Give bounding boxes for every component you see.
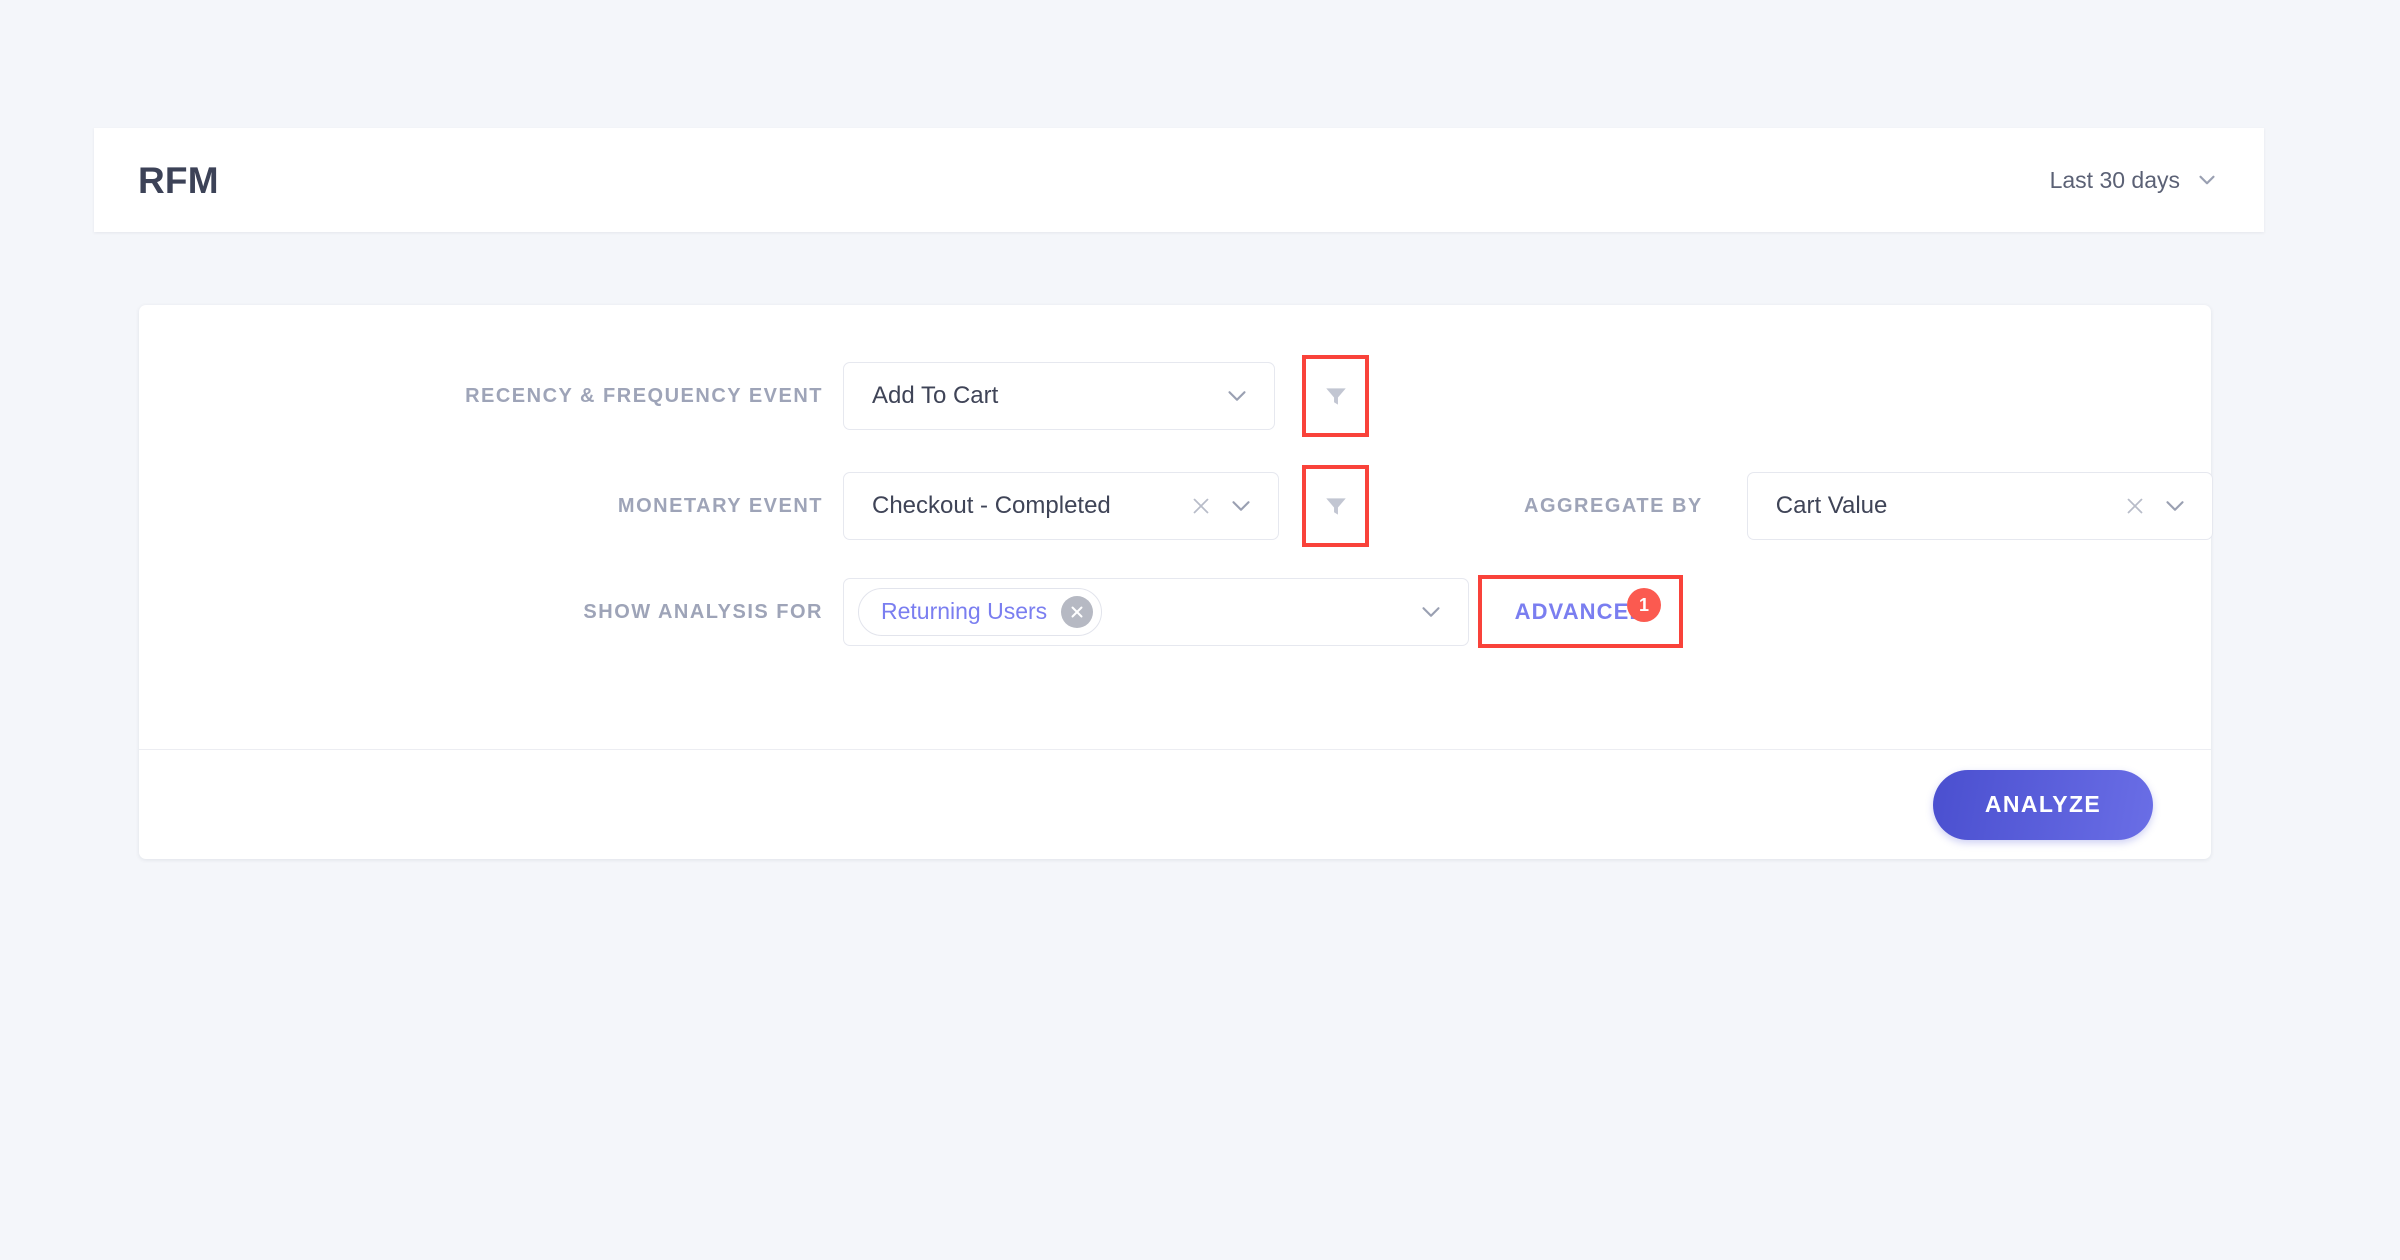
rfm-config-card: RECENCY & FREQUENCY EVENT Add To Cart MO…	[139, 305, 2213, 859]
rfm-form: RECENCY & FREQUENCY EVENT Add To Cart MO…	[139, 305, 2213, 749]
monetary-filter-button[interactable]	[1302, 465, 1369, 547]
date-range-selector[interactable]: Last 30 days	[2050, 167, 2220, 194]
segment-chip-label: Returning Users	[881, 598, 1048, 624]
segment-chip-returning-users: Returning Users	[858, 587, 1103, 636]
advanced-button[interactable]: ADVANCED 1	[1478, 575, 1683, 648]
chevron-down-icon	[2194, 167, 2220, 193]
page-header: RFM Last 30 days	[94, 128, 2264, 232]
recency-frequency-label-col: RECENCY & FREQUENCY EVENT	[139, 386, 843, 406]
card-footer: ANALYZE	[139, 749, 2211, 859]
show-analysis-for-label: SHOW ANALYSIS FOR	[583, 600, 823, 623]
recency-frequency-event-select[interactable]: Add To Cart	[843, 362, 1275, 430]
monetary-event-select[interactable]: Checkout - Completed	[843, 472, 1279, 540]
monetary-label-col: MONETARY EVENT	[139, 496, 843, 516]
chevron-down-icon[interactable]	[1416, 597, 1446, 627]
aggregate-by-label: AGGREGATE BY	[1524, 495, 1703, 517]
show-analysis-label-col: SHOW ANALYSIS FOR	[139, 602, 843, 622]
form-row-recency-frequency: RECENCY & FREQUENCY EVENT Add To Cart	[139, 355, 1369, 437]
aggregate-by-select[interactable]: Cart Value	[1746, 472, 2213, 540]
form-row-monetary: MONETARY EVENT Checkout - Completed AGGR…	[139, 465, 2213, 547]
aggregate-by-value: Cart Value	[1775, 492, 1888, 519]
chevron-down-icon[interactable]	[1226, 491, 1256, 521]
clear-icon[interactable]	[1186, 491, 1216, 521]
date-range-label: Last 30 days	[2049, 166, 2180, 193]
show-analysis-for-select[interactable]: Returning Users	[843, 577, 1469, 646]
advanced-filter-count-badge: 1	[1627, 588, 1661, 622]
monetary-event-value: Checkout - Completed	[872, 492, 1111, 519]
form-row-show-analysis: SHOW ANALYSIS FOR Returning Users ADVANC…	[139, 575, 1683, 648]
filter-funnel-icon	[1323, 383, 1349, 409]
filter-funnel-icon	[1323, 493, 1349, 519]
analyze-button[interactable]: ANALYZE	[1933, 769, 2153, 840]
clear-icon[interactable]	[2120, 491, 2150, 521]
rfm-page: RFM Last 30 days RECENCY & FREQUENCY EVE…	[0, 0, 2400, 1260]
chevron-down-icon[interactable]	[2160, 491, 2190, 521]
close-circle-icon[interactable]	[1061, 595, 1094, 628]
monetary-event-label: MONETARY EVENT	[617, 495, 823, 517]
recency-frequency-filter-button[interactable]	[1302, 355, 1369, 437]
page-title: RFM	[138, 159, 219, 201]
chevron-down-icon[interactable]	[1222, 381, 1252, 411]
recency-frequency-event-label: RECENCY & FREQUENCY EVENT	[465, 385, 823, 407]
recency-frequency-event-value: Add To Cart	[872, 382, 999, 409]
